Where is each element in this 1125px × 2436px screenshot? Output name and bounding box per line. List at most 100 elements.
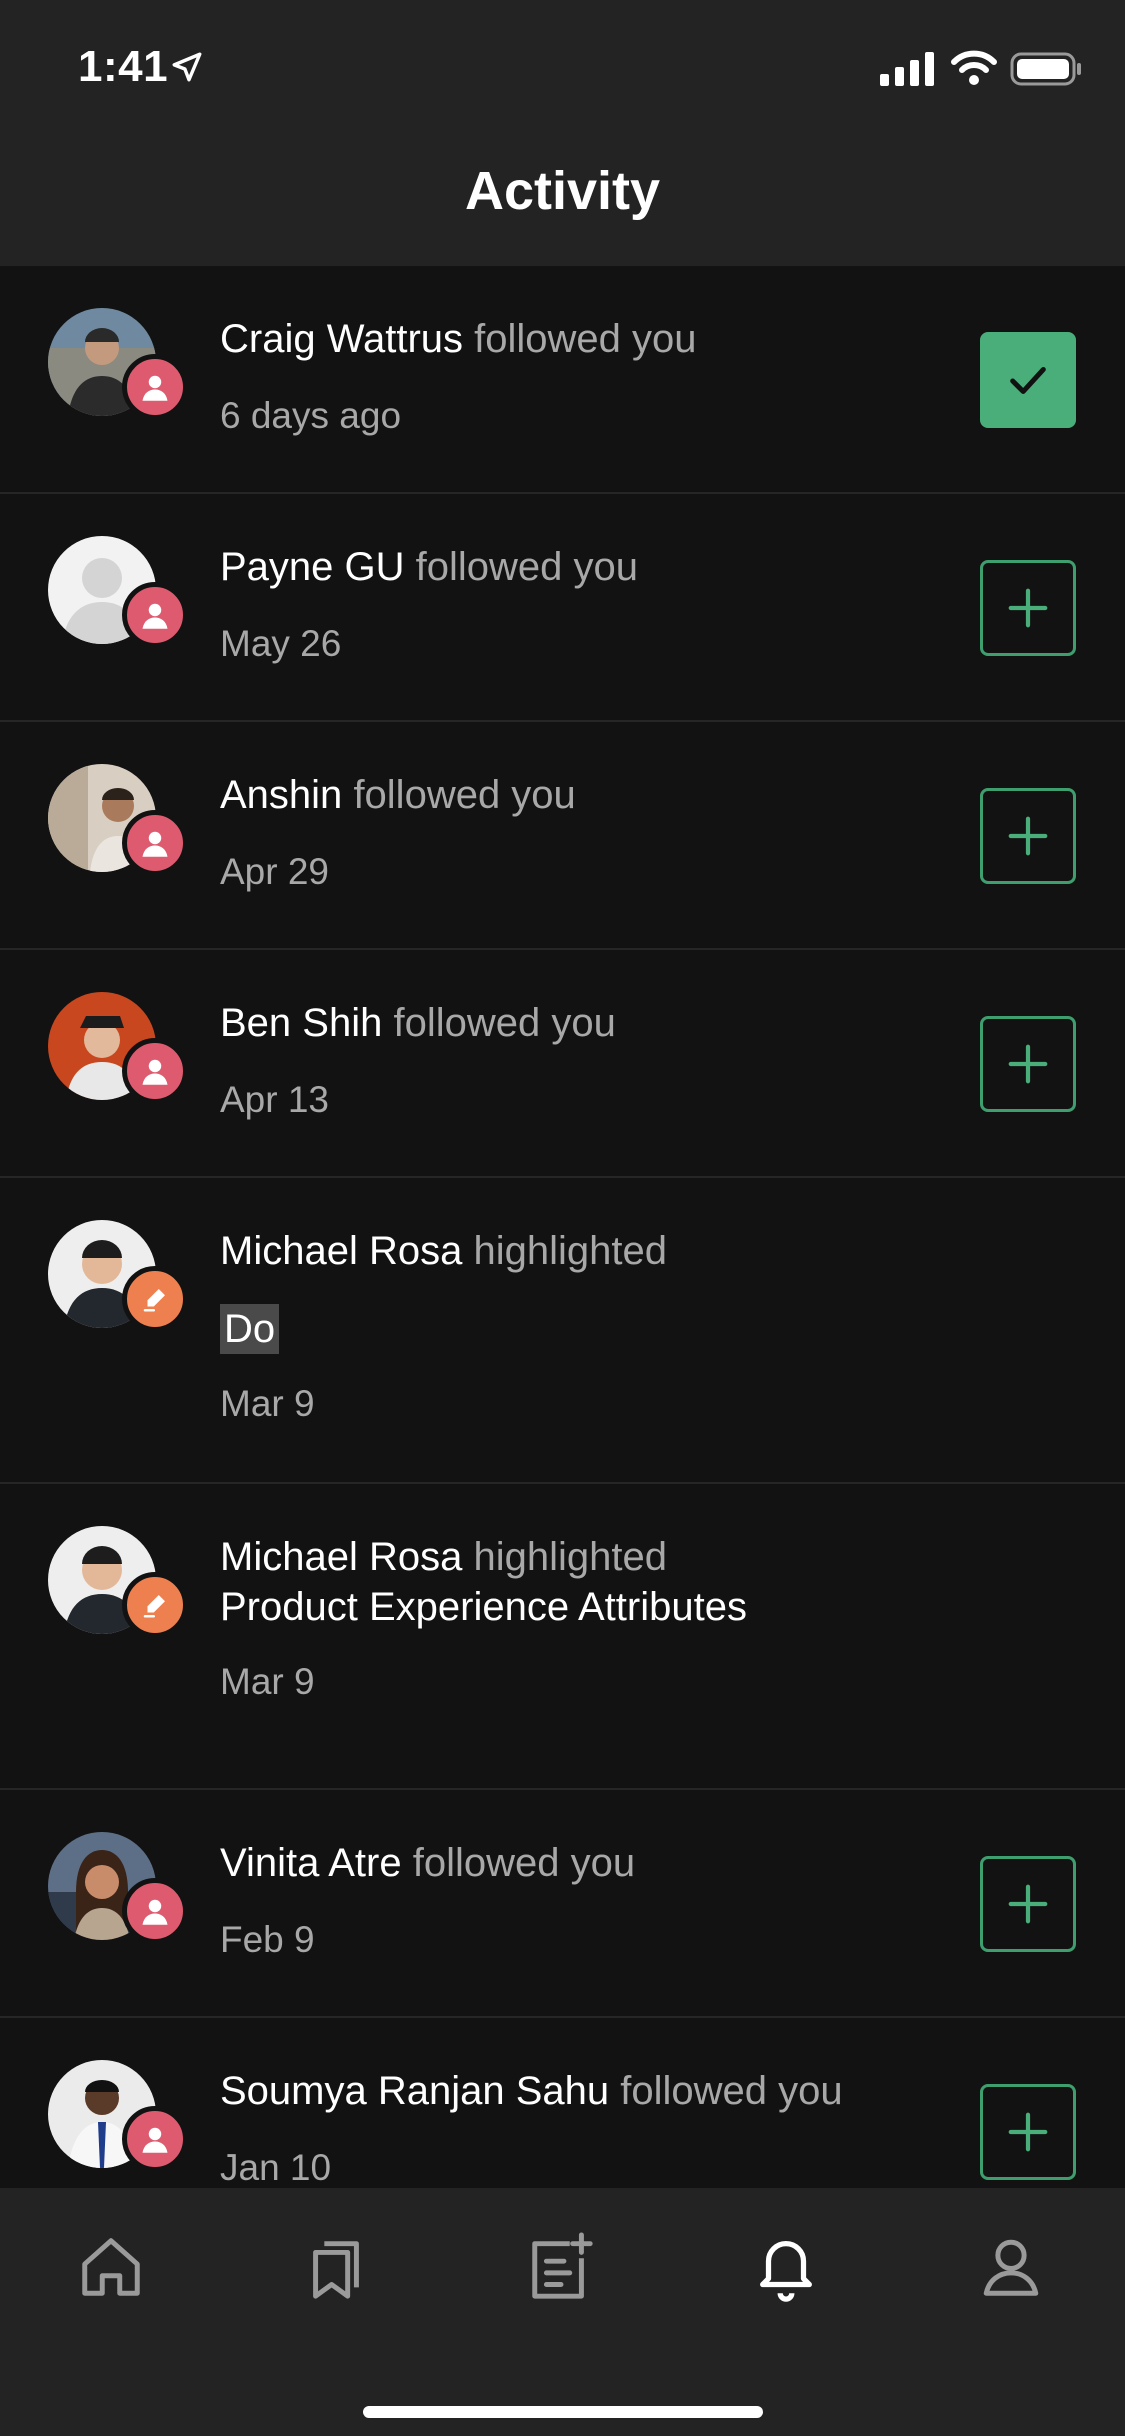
highlighted-text[interactable]: Product Experience Attributes	[220, 1585, 747, 1629]
activity-time: Apr 29	[220, 851, 330, 892]
home-icon	[82, 2238, 140, 2296]
actor-name[interactable]: Payne GU	[220, 545, 405, 589]
activity-time: Jan 10	[220, 2147, 332, 2188]
activity-headline: Michael Rosa highlighted	[220, 1532, 940, 1582]
actor-name[interactable]: Michael Rosa	[220, 1535, 462, 1579]
avatar-group	[48, 1832, 188, 1972]
activity-content: Vinita Atre followed you Feb 9	[220, 1838, 940, 1962]
plus-icon	[1008, 588, 1048, 628]
follow-badge	[122, 582, 188, 648]
highlight-badge	[122, 1266, 188, 1332]
activity-headline: Craig Wattrus followed you	[220, 314, 940, 364]
activity-item[interactable]: Michael Rosa highlighted Do Mar 9	[0, 1178, 1125, 1484]
actor-name[interactable]: Craig Wattrus	[220, 317, 463, 361]
tab-profile[interactable]	[966, 2222, 1056, 2312]
follow-badge	[122, 810, 188, 876]
activity-time: Mar 9	[220, 1661, 315, 1702]
checkmark-icon	[1010, 366, 1046, 394]
activity-verb: followed you	[474, 317, 697, 361]
plus-icon	[1008, 1884, 1048, 1924]
highlighter-icon	[143, 1289, 165, 1312]
person-icon	[142, 603, 168, 629]
highlight-snippet-wrap: Product Experience Attributes	[220, 1582, 940, 1632]
activity-feed[interactable]: Craig Wattrus followed you 6 days ago Pa…	[0, 266, 1125, 2188]
battery-icon	[1010, 52, 1081, 86]
follow-badge	[122, 354, 188, 420]
activity-verb: followed you	[412, 1841, 636, 1885]
person-icon	[142, 1059, 168, 1085]
activity-time: Feb 9	[220, 1919, 315, 1960]
actor-name[interactable]: Soumya Ranjan Sahu	[220, 2069, 609, 2113]
write-icon	[532, 2232, 593, 2299]
follow-back-button[interactable]	[980, 788, 1076, 884]
avatar-group	[48, 764, 188, 904]
activity-headline: Michael Rosa highlighted	[220, 1226, 940, 1276]
activity-headline: Payne GU followed you	[220, 542, 940, 592]
activity-content: Craig Wattrus followed you 6 days ago	[220, 314, 940, 438]
person-icon	[142, 831, 168, 857]
page-title: Activity	[464, 161, 661, 221]
highlighter-icon	[143, 1595, 165, 1618]
activity-verb: highlighted	[473, 1535, 667, 1579]
actor-name[interactable]: Ben Shih	[220, 1001, 382, 1045]
activity-item[interactable]: Vinita Atre followed you Feb 9	[0, 1790, 1125, 2018]
follow-back-button[interactable]	[980, 2084, 1076, 2180]
activity-headline: Vinita Atre followed you	[220, 1838, 940, 1888]
activity-verb: followed you	[620, 2069, 843, 2113]
avatar-group	[48, 992, 188, 1132]
activity-item[interactable]: Anshin followed you Apr 29	[0, 722, 1125, 950]
status-bar: 1:41	[0, 0, 1125, 132]
activity-item[interactable]: Michael Rosa highlighted Product Experie…	[0, 1484, 1125, 1790]
activity-content: Ben Shih followed you Apr 13	[220, 998, 940, 1122]
tab-notifications[interactable]	[741, 2222, 831, 2312]
activity-item[interactable]: Payne GU followed you May 26	[0, 494, 1125, 722]
avatar-group	[48, 2060, 188, 2188]
bell-icon	[760, 2241, 812, 2302]
activity-time: Apr 13	[220, 1079, 330, 1120]
following-button[interactable]	[980, 332, 1076, 428]
activity-item[interactable]: Craig Wattrus followed you 6 days ago	[0, 266, 1125, 494]
follow-badge	[122, 1038, 188, 1104]
highlighted-text[interactable]: Do	[220, 1304, 280, 1354]
tab-bar	[0, 2188, 1125, 2436]
actor-name[interactable]: Michael Rosa	[220, 1229, 462, 1273]
follow-back-button[interactable]	[980, 1856, 1076, 1952]
tab-home[interactable]	[66, 2222, 156, 2312]
avatar-group	[48, 308, 188, 448]
wifi-icon	[951, 50, 997, 85]
avatar-group	[48, 1220, 188, 1360]
person-icon	[142, 2127, 168, 2153]
activity-item[interactable]: Ben Shih followed you Apr 13	[0, 950, 1125, 1178]
avatar-group	[48, 1526, 188, 1666]
plus-icon	[1008, 2112, 1048, 2152]
activity-content: Michael Rosa highlighted Product Experie…	[220, 1532, 940, 1704]
nav-bar: Activity	[0, 132, 1125, 266]
person-icon	[142, 375, 168, 401]
follow-back-button[interactable]	[980, 1016, 1076, 1112]
tab-write[interactable]	[516, 2222, 606, 2312]
follow-badge	[122, 2106, 188, 2172]
actor-name[interactable]: Anshin	[220, 773, 342, 817]
activity-item[interactable]: Soumya Ranjan Sahu followed you Jan 10	[0, 2018, 1125, 2188]
follow-badge	[122, 1878, 188, 1944]
plus-icon	[1008, 816, 1048, 856]
activity-time: Mar 9	[220, 1383, 315, 1424]
plus-icon	[1008, 1044, 1048, 1084]
bookmarks-icon	[313, 2241, 359, 2299]
activity-time: 6 days ago	[220, 395, 402, 436]
activity-content: Michael Rosa highlighted Do Mar 9	[220, 1226, 940, 1426]
tab-bookmarks[interactable]	[291, 2222, 381, 2312]
activity-content: Payne GU followed you May 26	[220, 542, 940, 666]
home-indicator[interactable]	[363, 2406, 763, 2418]
activity-headline: Soumya Ranjan Sahu followed you	[220, 2066, 940, 2116]
highlight-snippet-wrap: Do	[220, 1276, 940, 1354]
highlight-badge	[122, 1572, 188, 1638]
actor-name[interactable]: Vinita Atre	[220, 1841, 402, 1885]
follow-back-button[interactable]	[980, 560, 1076, 656]
person-icon	[142, 1899, 168, 1925]
activity-time: May 26	[220, 623, 342, 664]
cellular-signal-icon	[880, 52, 934, 86]
status-time: 1:41	[78, 42, 169, 91]
activity-headline: Anshin followed you	[220, 770, 940, 820]
avatar-group	[48, 536, 188, 676]
